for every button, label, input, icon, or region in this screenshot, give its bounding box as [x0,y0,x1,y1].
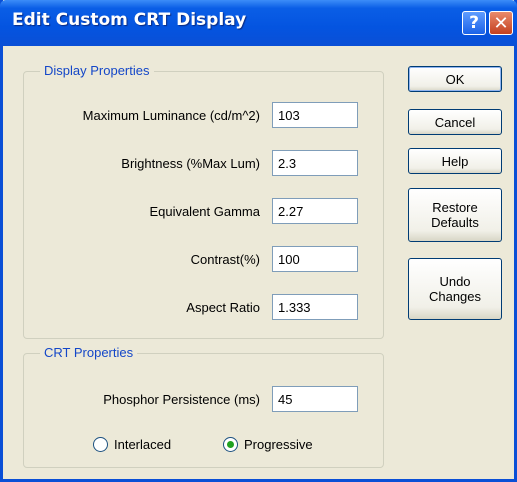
progressive-radio[interactable] [223,437,238,452]
gamma-label: Equivalent Gamma [149,204,260,219]
radio-selected-dot [227,441,234,448]
phosphor-persistence-field[interactable] [272,386,358,412]
restore-defaults-button[interactable]: Restore Defaults [408,188,502,242]
crt-properties-title: CRT Properties [40,345,138,360]
progressive-label[interactable]: Progressive [244,437,313,452]
max-luminance-field[interactable] [272,102,358,128]
gamma-field[interactable] [272,198,358,224]
phosphor-persistence-label: Phosphor Persistence (ms) [103,392,260,407]
help-button[interactable]: Help [408,148,502,174]
aspect-ratio-field[interactable] [272,294,358,320]
undo-changes-button[interactable]: Undo Changes [408,258,502,320]
title-bar[interactable]: Edit Custom CRT Display ? ✕ [0,0,517,46]
interlaced-label[interactable]: Interlaced [114,437,171,452]
close-icon[interactable]: ✕ [489,11,513,35]
max-luminance-label: Maximum Luminance (cd/m^2) [82,108,260,123]
brightness-label: Brightness (%Max Lum) [121,156,260,171]
window-title: Edit Custom CRT Display [12,10,247,30]
interlaced-radio[interactable] [93,437,108,452]
help-icon[interactable]: ? [462,11,486,35]
contrast-field[interactable] [272,246,358,272]
brightness-field[interactable] [272,150,358,176]
contrast-label: Contrast(%) [190,252,260,267]
display-properties-title: Display Properties [40,63,154,78]
ok-button[interactable]: OK [408,66,502,92]
aspect-ratio-label: Aspect Ratio [186,300,260,315]
dialog-window: Edit Custom CRT Display ? ✕ Display Prop… [0,0,517,482]
cancel-button[interactable]: Cancel [408,109,502,135]
